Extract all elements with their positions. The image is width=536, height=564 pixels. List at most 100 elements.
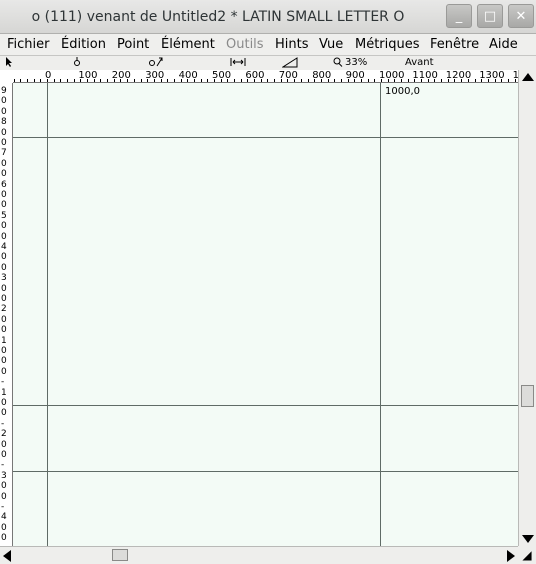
hruler-tick: [434, 79, 435, 82]
horizontal-scroll-thumb[interactable]: [112, 549, 128, 561]
window-title: o (111) venant de Untitled2 * LATIN SMAL…: [31, 9, 405, 25]
vertical-scroll-thumb[interactable]: [521, 385, 534, 407]
hruler-tick: [194, 79, 195, 82]
hruler-tick: [181, 79, 182, 82]
hruler-tick: [475, 79, 476, 82]
hruler-tick: [301, 79, 302, 82]
hruler-tick: [114, 79, 115, 82]
hruler-tick: [221, 79, 222, 82]
hruler-tick: [27, 79, 28, 82]
horizontal-scrollbar[interactable]: [0, 546, 518, 564]
resize-grip-icon[interactable]: ◢: [518, 546, 536, 564]
hruler-tick: [328, 79, 329, 82]
menu-hints[interactable]: Hints: [275, 37, 309, 52]
vruler-label: 0: [1, 158, 7, 169]
hruler-tick: [87, 79, 88, 82]
hruler-tick: [141, 79, 142, 82]
close-button[interactable]: ✕: [508, 4, 534, 28]
hruler-tick: [74, 79, 75, 82]
glyph-canvas[interactable]: 1000,0: [13, 83, 518, 546]
vruler-label: 0: [1, 169, 7, 180]
hruler-tick: [261, 79, 262, 82]
minimize-button[interactable]: _: [446, 4, 472, 28]
hruler-tick: [421, 79, 422, 82]
title-bar: o (111) venant de Untitled2 * LATIN SMAL…: [0, 0, 536, 34]
hruler-tick: [321, 79, 322, 82]
hruler-tick: [227, 79, 228, 82]
hruler-tick: [488, 79, 489, 82]
menu-bar: Fichier Édition Point Élément Outils Hin…: [0, 34, 536, 56]
vruler-label: 0: [1, 366, 7, 377]
vruler-label: 8: [1, 117, 7, 128]
hruler-tick: [267, 79, 268, 82]
scroll-right-arrow-icon[interactable]: [507, 550, 515, 562]
hruler-tick: [461, 79, 462, 82]
hruler-tick: [515, 79, 516, 82]
menu-point[interactable]: Point: [117, 37, 149, 52]
vruler-label: -: [1, 502, 5, 512]
hruler-tick: [161, 79, 162, 82]
vruler-label: -: [1, 418, 5, 429]
vruler-label: 3: [1, 470, 7, 481]
maximize-button[interactable]: □: [477, 4, 503, 28]
hruler-tick: [394, 79, 395, 82]
vruler-label: 5: [1, 210, 7, 221]
vruler-label: 0: [1, 314, 7, 325]
hruler-tick: [134, 79, 135, 82]
hruler-tick: [374, 79, 375, 82]
vruler-label: 0: [1, 262, 7, 273]
vruler-label: 6: [1, 179, 7, 190]
origin-guide: [47, 83, 48, 546]
advance-width-guide[interactable]: [380, 83, 381, 546]
vruler-label: 1: [1, 335, 7, 346]
hruler-tick: [60, 79, 61, 82]
hruler-tick: [274, 79, 275, 82]
scroll-down-arrow-icon[interactable]: [522, 535, 534, 543]
menu-outils[interactable]: Outils: [226, 37, 264, 52]
hruler-tick: [308, 79, 309, 82]
hruler-tick: [207, 79, 208, 82]
vruler-label: 4: [1, 512, 7, 523]
vruler-label: 0: [1, 325, 7, 336]
hruler-tick: [247, 79, 248, 82]
vruler-label: 9: [1, 86, 7, 96]
vruler-label: 4: [1, 242, 7, 252]
hruler-tick: [294, 79, 295, 82]
layer-label[interactable]: Avant: [405, 56, 434, 70]
horizontal-ruler: 0 100 200 300 400 500 600 700 800 900 1000 1100 1200…: [13, 70, 518, 83]
menu-aide[interactable]: Aide: [489, 37, 518, 52]
scroll-left-arrow-icon[interactable]: [3, 550, 11, 562]
hruler-tick: [47, 79, 48, 82]
vruler-label: -: [1, 460, 5, 471]
menu-metriques[interactable]: Métriques: [355, 37, 420, 52]
menu-vue[interactable]: Vue: [319, 37, 343, 52]
hruler-label: 0: [45, 70, 52, 81]
hruler-tick: [501, 79, 502, 82]
hruler-tick: [401, 79, 402, 82]
vruler-label: 0: [1, 231, 7, 242]
vruler-label: 0: [1, 96, 7, 107]
menu-fenetre[interactable]: Fenêtre: [430, 37, 479, 52]
hruler-tick: [381, 79, 382, 82]
hruler-tick: [187, 79, 188, 82]
vruler-label: 0: [1, 439, 7, 450]
hruler-tick: [414, 79, 415, 82]
vertical-scrollbar[interactable]: [518, 70, 536, 546]
menu-fichier[interactable]: Fichier: [7, 37, 50, 52]
hruler-tick: [20, 79, 21, 82]
vruler-label: 0: [1, 221, 7, 232]
vruler-label: 0: [1, 356, 7, 367]
hruler-tick: [508, 79, 509, 82]
vertical-ruler: 9008007006005004003002001000-100-200-300…: [0, 83, 13, 546]
scroll-up-arrow-icon[interactable]: [522, 73, 534, 81]
hruler-tick: [67, 79, 68, 82]
vruler-label: -: [1, 377, 5, 388]
menu-element[interactable]: Élément: [161, 37, 215, 52]
hruler-tick: [368, 79, 369, 82]
hruler-tick: [167, 79, 168, 82]
menu-edition[interactable]: Édition: [61, 37, 106, 52]
hruler-tick: [348, 79, 349, 82]
vruler-label: 0: [1, 398, 7, 408]
hruler-tick: [287, 79, 288, 82]
hruler-tick: [341, 79, 342, 82]
